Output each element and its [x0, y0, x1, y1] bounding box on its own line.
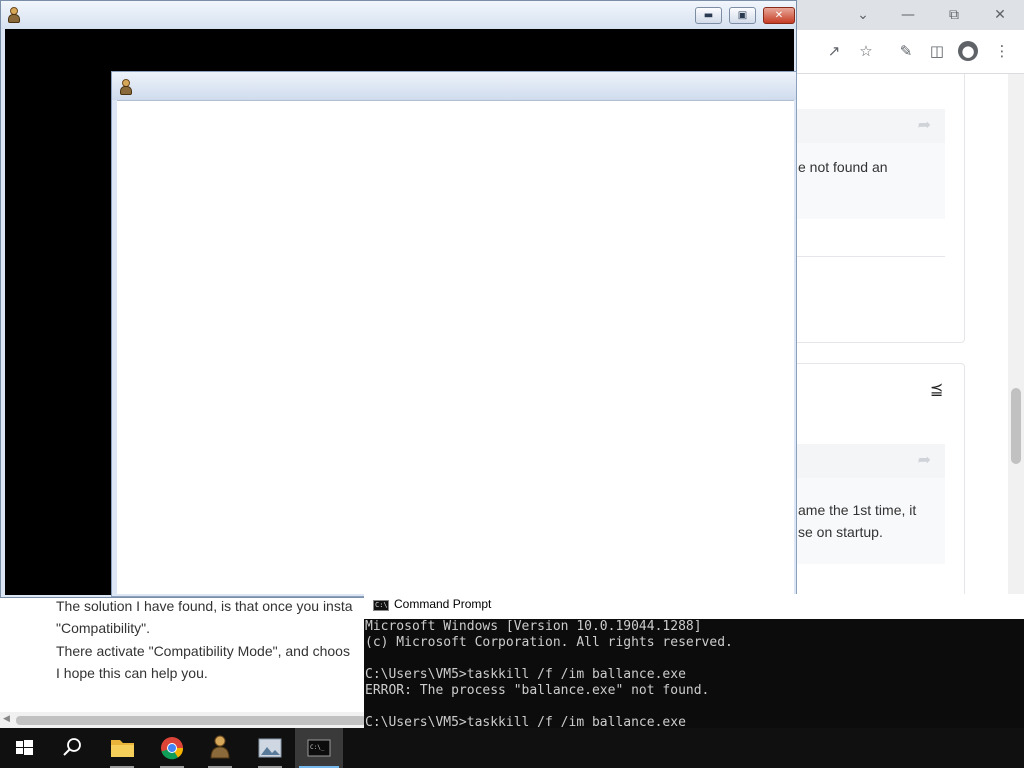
minimize-button[interactable]: ▬	[695, 7, 722, 24]
post-text-line: ame the 1st time, it	[798, 502, 917, 518]
profile-icon[interactable]: ●	[958, 41, 978, 61]
ballance-icon	[6, 7, 22, 23]
search-icon	[63, 738, 81, 756]
svg-text:C:\_: C:\_	[310, 744, 325, 751]
child-window-titlebar[interactable]	[112, 72, 796, 100]
chrome-button[interactable]	[148, 728, 196, 768]
console-line: C:\Users\VM5>taskkill /f /im ballance.ex…	[365, 667, 686, 682]
chrome-icon	[161, 737, 184, 760]
console-line: ERROR: The process "ballance.exe" not fo…	[365, 683, 710, 698]
cmd-titlebar[interactable]: C:\ Command Prompt	[364, 594, 1024, 619]
minimize-icon[interactable]: —	[898, 5, 918, 25]
answer-text-line: I hope this can help you.	[56, 665, 208, 681]
console-line: (c) Microsoft Corporation. All rights re…	[365, 635, 733, 650]
answer-text-line: The solution I have found, is that once …	[56, 598, 353, 614]
chevron-down-icon[interactable]: ⌄	[853, 5, 873, 25]
file-explorer-button[interactable]	[98, 728, 146, 768]
cmd-console[interactable]: Microsoft Windows [Version 10.0.19044.12…	[365, 619, 1024, 730]
ballance-icon	[210, 735, 230, 759]
close-icon[interactable]: ✕	[990, 5, 1010, 25]
ballance-child-window	[111, 71, 797, 597]
console-line: Microsoft Windows [Version 10.0.19044.12…	[365, 619, 702, 634]
cmd-title: Command Prompt	[394, 597, 492, 611]
reply-arrow-icon[interactable]: ➦	[918, 115, 931, 134]
scrollbar-thumb[interactable]	[1011, 388, 1021, 464]
more-menu-icon[interactable]: ⋮	[991, 40, 1013, 62]
answer-text-line: "Compatibility".	[56, 620, 150, 636]
child-window-client[interactable]	[117, 100, 794, 594]
search-button[interactable]	[48, 728, 96, 768]
cmd-icon: C:\	[373, 600, 389, 611]
scroll-left-icon[interactable]: ◀	[3, 714, 10, 724]
extensions-icon[interactable]: ✎	[895, 40, 917, 62]
cmd-icon: C:\_	[307, 739, 331, 757]
post-text-line: se on startup.	[798, 524, 883, 540]
folder-icon	[111, 740, 134, 757]
ballance-taskbar-button[interactable]	[196, 728, 244, 768]
windows-logo-icon	[16, 740, 33, 755]
share-page-icon[interactable]: ↗	[823, 40, 845, 62]
start-button[interactable]	[0, 728, 48, 768]
windows-taskbar: C:\_	[0, 728, 1024, 768]
close-button[interactable]: ✕	[763, 7, 795, 24]
answer-text-line: There activate "Compatibility Mode", and…	[56, 643, 350, 659]
image-app-button[interactable]	[246, 728, 294, 768]
post-text: e not found an	[798, 159, 888, 175]
image-app-icon	[258, 738, 282, 758]
window-titlebar[interactable]: ▬ ▣ ✕	[1, 1, 796, 29]
maximize-button[interactable]: ▣	[729, 7, 756, 24]
ballance-icon	[118, 79, 134, 95]
scrollbar-thumb[interactable]	[16, 716, 366, 725]
side-panel-icon[interactable]: ◫	[926, 40, 948, 62]
share-icon[interactable]: ⪳	[930, 379, 943, 398]
command-prompt-taskbar-button[interactable]: C:\_	[295, 728, 343, 768]
command-prompt-window: C:\ Command Prompt Microsoft Windows [Ve…	[364, 594, 1024, 730]
restore-icon[interactable]: ⧉	[944, 5, 964, 25]
bookmark-star-icon[interactable]: ☆	[855, 40, 877, 62]
reply-arrow-icon[interactable]: ➦	[918, 450, 931, 469]
